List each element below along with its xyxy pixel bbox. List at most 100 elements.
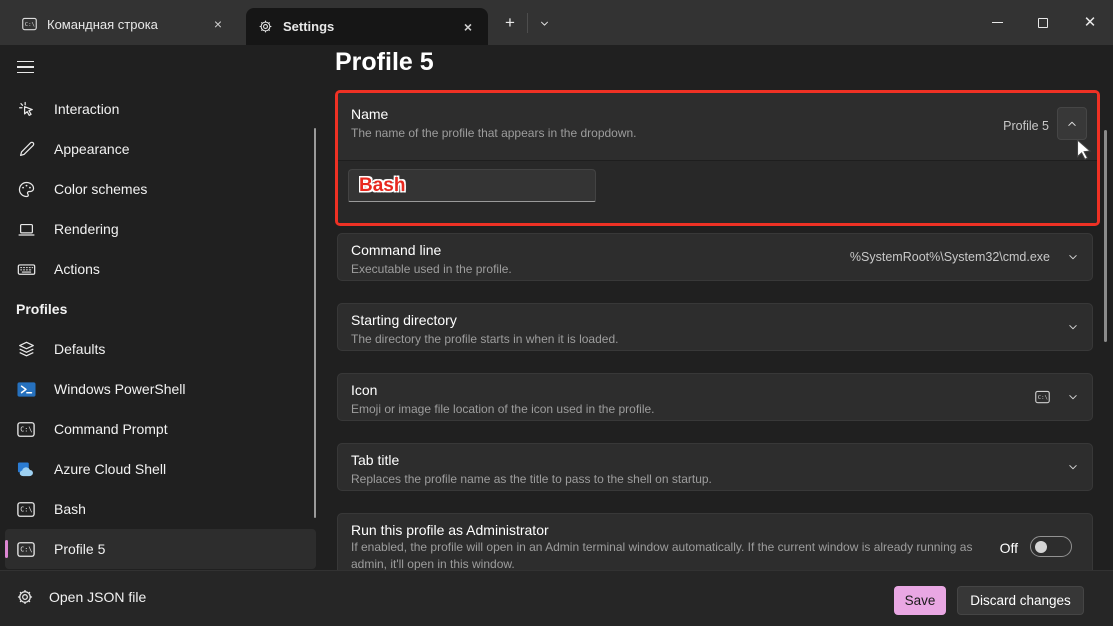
save-button[interactable]: Save bbox=[894, 586, 946, 615]
discard-changes-button[interactable]: Discard changes bbox=[957, 586, 1084, 615]
close-icon: ✕ bbox=[1084, 15, 1097, 30]
name-expander-header[interactable]: Name The name of the profile that appear… bbox=[338, 93, 1097, 160]
sidebar-item-label: Profile 5 bbox=[54, 541, 105, 557]
chevron-down-icon[interactable] bbox=[1066, 320, 1080, 334]
tab-dropdown-button[interactable] bbox=[531, 10, 557, 36]
toggle-state-label: Off bbox=[1000, 540, 1018, 556]
sidebar-nav: Interaction Appearance Color schemes Ren… bbox=[0, 89, 330, 569]
chevron-down-icon[interactable] bbox=[1066, 460, 1080, 474]
icon-setting-card[interactable]: Icon Emoji or image file location of the… bbox=[337, 373, 1093, 421]
sidebar-item-appearance[interactable]: Appearance bbox=[5, 129, 316, 169]
tab-label: Settings bbox=[283, 19, 334, 34]
cmd-terminal-icon bbox=[22, 17, 37, 31]
hamburger-menu-button[interactable] bbox=[8, 51, 42, 83]
command-line-setting-card[interactable]: Command line Executable used in the prof… bbox=[337, 233, 1093, 281]
starting-directory-setting-card[interactable]: Starting directory The directory the pro… bbox=[337, 303, 1093, 351]
setting-label: Icon bbox=[351, 382, 377, 398]
minimize-button[interactable] bbox=[974, 0, 1020, 45]
setting-label: Command line bbox=[351, 242, 441, 258]
terminal-settings-window: Командная строка × Settings × + ✕ Intera… bbox=[0, 0, 1113, 626]
powershell-icon bbox=[16, 380, 36, 399]
tab-command-prompt[interactable]: Командная строка × bbox=[10, 8, 238, 40]
gear-icon bbox=[16, 588, 34, 606]
setting-description: Executable used in the profile. bbox=[351, 262, 512, 276]
sidebar-item-label: Appearance bbox=[54, 141, 130, 157]
name-setting-card-annotated: Name The name of the profile that appear… bbox=[335, 90, 1100, 226]
sidebar-item-interaction[interactable]: Interaction bbox=[5, 89, 316, 129]
maximize-icon bbox=[1038, 18, 1048, 28]
sidebar-item-bash[interactable]: Bash bbox=[5, 489, 316, 529]
hamburger-icon bbox=[17, 61, 34, 63]
open-json-file-button[interactable]: Open JSON file bbox=[16, 588, 146, 606]
cmd-terminal-icon bbox=[16, 501, 36, 518]
profile-settings-page: Profile 5 Name The name of the profile t… bbox=[330, 45, 1113, 570]
paintbrush-icon bbox=[16, 140, 36, 159]
setting-description: The directory the profile starts in when… bbox=[351, 332, 618, 346]
name-input[interactable] bbox=[348, 169, 596, 202]
mouse-cursor bbox=[1076, 139, 1093, 162]
admin-toggle-switch[interactable] bbox=[1030, 536, 1072, 557]
sidebar-item-label: Actions bbox=[54, 261, 100, 277]
cmd-terminal-icon bbox=[16, 421, 36, 438]
name-expander-content bbox=[338, 161, 1097, 223]
run-as-admin-setting-card: Run this profile as Administrator If ena… bbox=[337, 513, 1093, 570]
minimize-icon bbox=[992, 22, 1003, 23]
setting-label: Starting directory bbox=[351, 312, 457, 328]
monitor-icon bbox=[16, 220, 36, 239]
layers-icon bbox=[16, 340, 36, 359]
sidebar-item-defaults[interactable]: Defaults bbox=[5, 329, 316, 369]
command-line-value: %SystemRoot%\System32\cmd.exe bbox=[850, 250, 1050, 264]
tab-title-setting-card[interactable]: Tab title Replaces the profile name as t… bbox=[337, 443, 1093, 491]
collapse-expander-button[interactable] bbox=[1057, 107, 1087, 140]
profiles-section-header: Profiles bbox=[0, 289, 330, 329]
mouse-cursor-icon bbox=[16, 100, 36, 119]
sidebar-item-label: Bash bbox=[54, 501, 86, 517]
tab-label: Командная строка bbox=[47, 17, 158, 32]
sidebar-item-label: Color schemes bbox=[54, 181, 147, 197]
new-tab-button[interactable]: + bbox=[496, 10, 524, 36]
sidebar-item-label: Azure Cloud Shell bbox=[54, 461, 166, 477]
cmd-terminal-icon bbox=[1035, 390, 1050, 404]
azure-cloud-icon bbox=[16, 460, 36, 479]
sidebar-item-label: Windows PowerShell bbox=[54, 381, 186, 397]
tabbar-separator bbox=[527, 13, 528, 33]
sidebar-item-command-prompt[interactable]: Command Prompt bbox=[5, 409, 316, 449]
sidebar-item-label: Command Prompt bbox=[54, 421, 168, 437]
sidebar-item-windows-powershell[interactable]: Windows PowerShell bbox=[5, 369, 316, 409]
setting-label: Tab title bbox=[351, 452, 399, 468]
sidebar-item-profile-5[interactable]: Profile 5 bbox=[5, 529, 316, 569]
settings-sidebar: Interaction Appearance Color schemes Ren… bbox=[0, 45, 330, 570]
cmd-terminal-icon bbox=[16, 541, 36, 558]
sidebar-item-rendering[interactable]: Rendering bbox=[5, 209, 316, 249]
setting-label: Name bbox=[351, 106, 388, 122]
sidebar-item-color-schemes[interactable]: Color schemes bbox=[5, 169, 316, 209]
tab-close-icon[interactable]: × bbox=[456, 15, 480, 39]
titlebar: Командная строка × Settings × + ✕ bbox=[0, 0, 1113, 45]
chevron-down-icon[interactable] bbox=[1066, 250, 1080, 264]
maximize-button[interactable] bbox=[1020, 0, 1066, 45]
open-json-file-label: Open JSON file bbox=[49, 589, 146, 605]
name-current-value: Profile 5 bbox=[1003, 119, 1049, 133]
tab-settings[interactable]: Settings × bbox=[246, 8, 488, 45]
setting-description: Replaces the profile name as the title t… bbox=[351, 472, 712, 486]
tab-close-icon[interactable]: × bbox=[206, 12, 230, 36]
setting-description: The name of the profile that appears in … bbox=[351, 126, 637, 140]
sidebar-item-label: Rendering bbox=[54, 221, 119, 237]
sidebar-item-actions[interactable]: Actions bbox=[5, 249, 316, 289]
content-scrollbar[interactable] bbox=[1104, 130, 1107, 342]
sidebar-item-label: Defaults bbox=[54, 341, 105, 357]
setting-label: Run this profile as Administrator bbox=[351, 522, 549, 538]
bottom-bar: Open JSON file Save Discard changes bbox=[0, 570, 1113, 626]
palette-icon bbox=[16, 180, 36, 199]
setting-description: Emoji or image file location of the icon… bbox=[351, 402, 655, 416]
keyboard-icon bbox=[16, 260, 36, 279]
sidebar-item-azure-cloud-shell[interactable]: Azure Cloud Shell bbox=[5, 449, 316, 489]
chevron-down-icon[interactable] bbox=[1066, 390, 1080, 404]
close-button[interactable]: ✕ bbox=[1067, 0, 1113, 45]
gear-icon bbox=[258, 19, 273, 34]
sidebar-item-label: Interaction bbox=[54, 101, 119, 117]
toggle-knob bbox=[1035, 541, 1047, 553]
page-title: Profile 5 bbox=[335, 48, 434, 77]
setting-description: If enabled, the profile will open in an … bbox=[351, 539, 986, 570]
sidebar-scrollbar[interactable] bbox=[314, 128, 317, 518]
